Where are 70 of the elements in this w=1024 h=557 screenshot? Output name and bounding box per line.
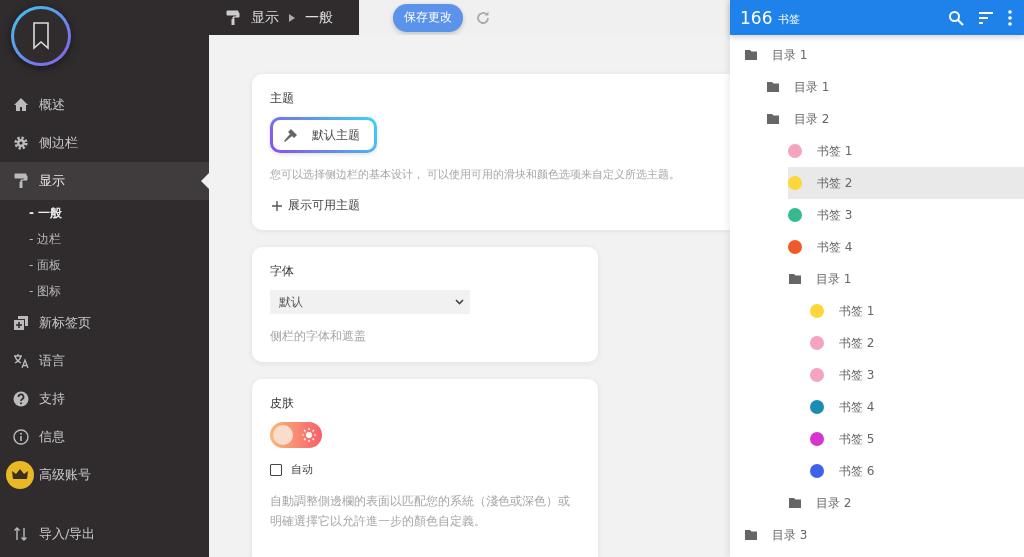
- sun-icon: [302, 428, 316, 442]
- paint-roller-icon: [13, 173, 29, 189]
- settings-icon: [13, 135, 29, 151]
- description-text: 侧栏的字体和遮盖: [270, 328, 367, 345]
- nav-item[interactable]: 导入/导出: [0, 515, 209, 553]
- sub-nav-item[interactable]: - 边栏: [0, 226, 209, 252]
- nav-item[interactable]: 信息: [0, 418, 209, 456]
- brush-icon: [282, 126, 300, 144]
- bookmark-count: 166: [740, 7, 773, 28]
- description-text: 您可以选择侧边栏的基本设计， 可以使用可用的滑块和颜色选项来自定义所选主题。: [270, 167, 682, 183]
- nav-item[interactable]: 侧边栏: [0, 124, 209, 162]
- bookmark-item[interactable]: 书签 1: [788, 135, 1024, 167]
- home-icon: [13, 97, 29, 113]
- translate-icon: [13, 353, 29, 369]
- bookmark-item[interactable]: 书签 1: [810, 295, 1024, 327]
- folder-item[interactable]: 目录 1: [744, 39, 1024, 71]
- checkbox-label: 自动: [291, 462, 313, 477]
- folder-icon: [745, 530, 757, 540]
- folder-item[interactable]: 目录 2: [788, 487, 1024, 519]
- bookmark-item[interactable]: 书签 5: [810, 423, 1024, 455]
- font-select[interactable]: 默认: [270, 290, 470, 314]
- bookmark-item[interactable]: 书签 4: [810, 391, 1024, 423]
- nav-item[interactable]: 显示: [0, 162, 209, 200]
- folder-item[interactable]: 目录 3: [744, 519, 1024, 551]
- folder-icon: [767, 82, 779, 92]
- description-text: 自動調整側邊欄的表面以匹配您的系統（淺色或深色）或明確選擇它以允許進一步的顏色自定義。: [270, 493, 571, 530]
- card-title: 主题: [270, 90, 295, 107]
- folder-item[interactable]: 目录 1: [766, 71, 1024, 103]
- refresh-icon[interactable]: [475, 9, 491, 26]
- sort-icon[interactable]: [978, 10, 994, 25]
- bookmark-item[interactable]: 书签 2: [788, 167, 1024, 199]
- folder-icon: [745, 50, 757, 60]
- nav-item[interactable]: 概述: [0, 86, 209, 124]
- sub-nav-item[interactable]: - 面板: [0, 252, 209, 278]
- card-title: 皮肤: [270, 395, 295, 412]
- checkbox[interactable]: [270, 463, 282, 476]
- nav-item[interactable]: 支持: [0, 380, 209, 418]
- nav-item[interactable]: 高级账号: [0, 456, 209, 494]
- info-icon: [13, 429, 29, 445]
- sub-nav-item[interactable]: - 图标: [0, 278, 209, 304]
- sub-nav-item[interactable]: - 一般: [0, 200, 209, 226]
- bookmark-item[interactable]: 书签 6: [810, 455, 1024, 487]
- panel-title: 书签: [778, 11, 801, 27]
- bookmark-item[interactable]: 书签 3: [810, 359, 1024, 391]
- folder-item[interactable]: 目录 1: [788, 263, 1024, 295]
- more-icon[interactable]: [1008, 9, 1012, 26]
- skin-toggle[interactable]: [270, 422, 322, 448]
- show-themes-link[interactable]: 展示可用主题: [270, 197, 360, 214]
- plus-icon: [272, 200, 282, 211]
- nav-item[interactable]: 语言: [0, 342, 209, 380]
- help-icon: [13, 391, 29, 407]
- paint-roller-icon: [225, 9, 241, 26]
- bookmark-item[interactable]: 书签 2: [810, 327, 1024, 359]
- chevron-icon: [455, 299, 464, 305]
- card-title: 字体: [270, 263, 295, 280]
- folder-icon: [789, 274, 801, 284]
- bookmark-item[interactable]: 书签 3: [788, 199, 1024, 231]
- breadcrumb-item[interactable]: 显示: [251, 8, 279, 27]
- breadcrumb-item: 一般: [305, 8, 333, 27]
- folder-icon: [767, 114, 779, 124]
- folder-item[interactable]: 目录 2: [766, 103, 1024, 135]
- folder-icon: [789, 498, 801, 508]
- import-export-icon: [13, 526, 29, 542]
- nav-item[interactable]: 新标签页: [0, 304, 209, 342]
- bookmark-item[interactable]: 书签 4: [788, 231, 1024, 263]
- search-icon[interactable]: [948, 9, 964, 26]
- caret-icon: [289, 13, 295, 22]
- crown-icon: [6, 461, 34, 489]
- tabs-icon: [13, 315, 29, 331]
- theme-button[interactable]: 默认主题: [270, 117, 377, 153]
